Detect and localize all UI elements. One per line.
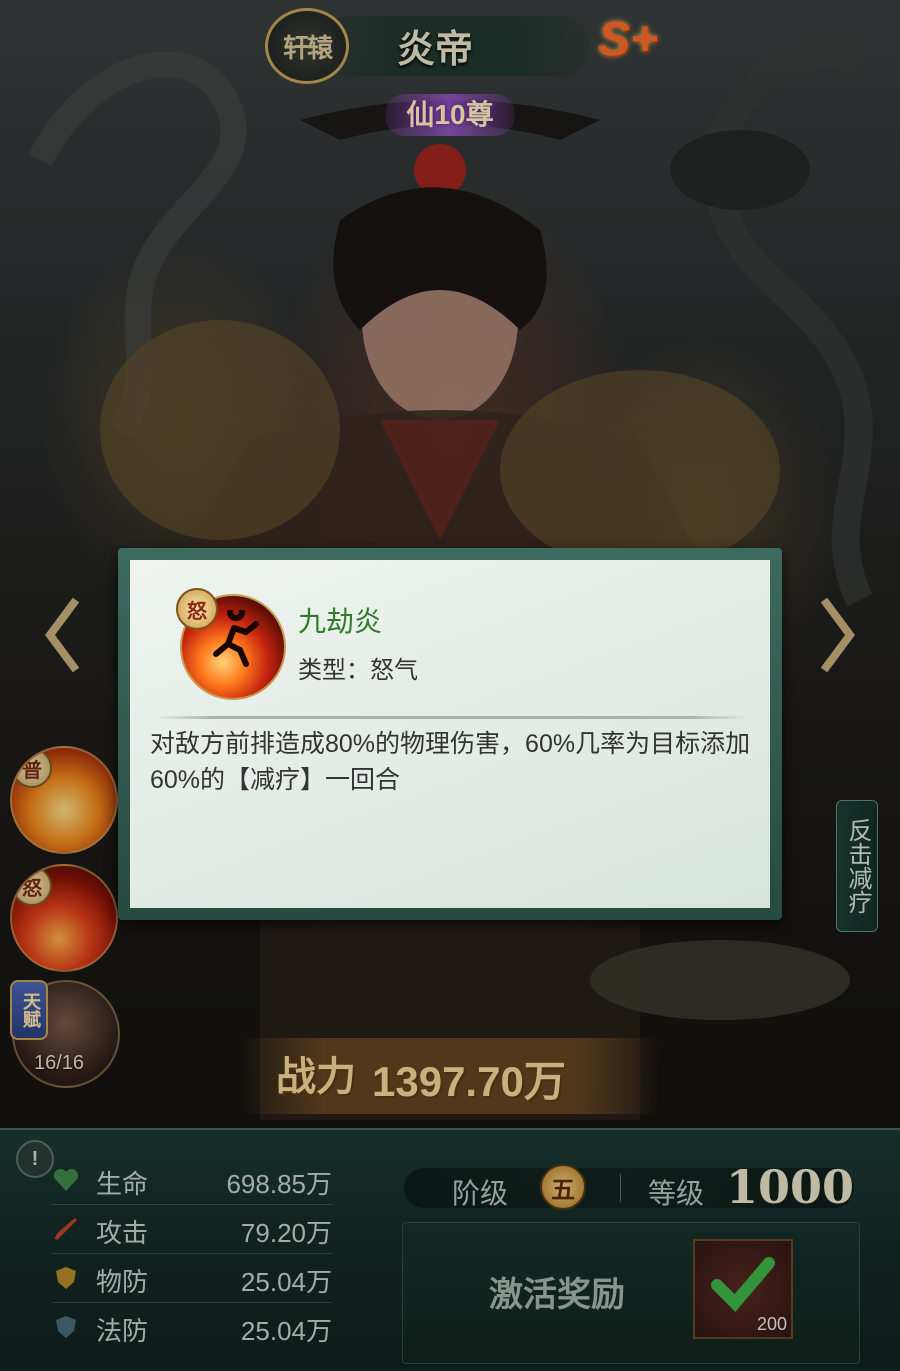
skill-description: 对敌方前排造成80%的物理伤害，60%几率为目标添加60%的【减疗】一回合 <box>150 730 751 794</box>
skill-type-label: 类型： <box>298 657 370 684</box>
divider <box>154 716 748 719</box>
skill-type: 类型：怒气 <box>298 650 418 685</box>
skill-name: 九劫炎 <box>298 606 383 637</box>
rage-badge: 怒 <box>176 588 218 630</box>
skill-tooltip: 怒 九劫炎 类型：怒气 对敌方前排造成80%的物理伤害，60%几率为目标添加60… <box>118 548 782 920</box>
tooltip-body: 怒 九劫炎 类型：怒气 对敌方前排造成80%的物理伤害，60%几率为目标添加60… <box>130 560 770 908</box>
skill-type-value: 怒气 <box>370 657 418 684</box>
